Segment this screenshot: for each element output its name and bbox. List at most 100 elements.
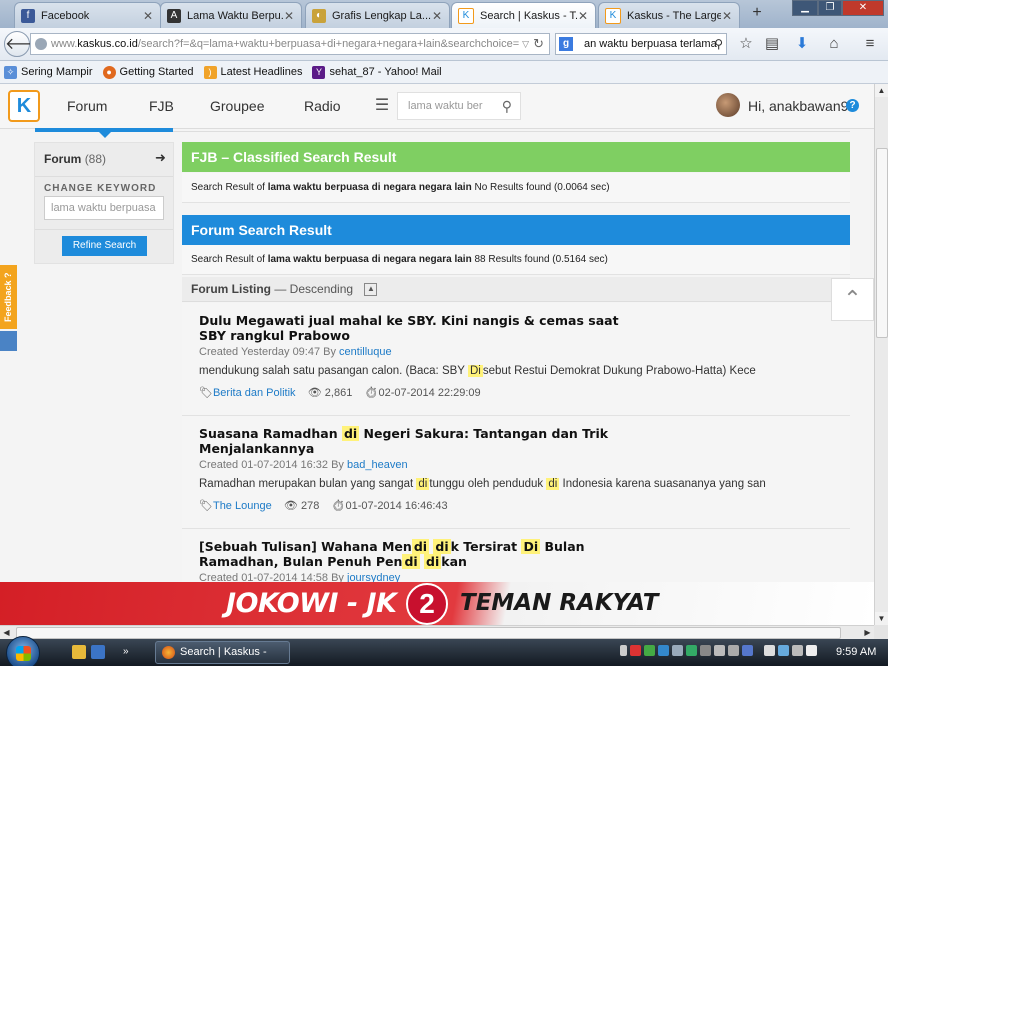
clock-icon: ⏱ [364, 387, 379, 399]
tab-grafis[interactable]: ◐ Grafis Lengkap La... ✕ [305, 2, 450, 28]
kaskus-logo[interactable]: K [8, 90, 40, 122]
title-text: k Tersirat [450, 539, 522, 554]
result-title[interactable]: Dulu Megawati jual mahal ke SBY. Kini na… [199, 313, 619, 343]
change-keyword-label: CHANGE KEYWORD [44, 183, 157, 194]
google-icon[interactable]: g [559, 37, 573, 51]
feedback-tab[interactable]: Feedback ? [0, 265, 17, 329]
refine-search-button[interactable]: Refine Search [62, 236, 147, 256]
tray-icon[interactable] [658, 645, 669, 656]
tray-icon[interactable] [672, 645, 683, 656]
new-tab-button[interactable]: + [748, 4, 766, 22]
tab-kaskus-home[interactable]: K Kaskus - The Large... ✕ [598, 2, 740, 28]
scroll-thumb[interactable] [876, 148, 888, 338]
close-icon[interactable]: ✕ [721, 9, 733, 23]
nav-fjb[interactable]: FJB [149, 98, 174, 114]
tab-facebook[interactable]: f Facebook ✕ [14, 2, 161, 28]
collapse-icon[interactable]: ▲ [364, 283, 378, 297]
snippet-text: mendukung salah satu pasangan calon. (Ba… [199, 365, 468, 377]
bookmark-getting-started[interactable]: ● Getting Started [102, 65, 194, 79]
nav-groupee[interactable]: Groupee [210, 98, 264, 114]
scroll-thumb[interactable] [16, 627, 841, 639]
close-icon[interactable]: ✕ [431, 9, 443, 23]
menu-icon[interactable]: ≡ [860, 34, 880, 54]
list-item: Suasana Ramadhan di Negeri Sakura: Tanta… [182, 416, 850, 529]
tray-icon[interactable] [728, 645, 739, 656]
home-icon[interactable]: ⌂ [824, 34, 844, 54]
scroll-down-icon[interactable]: ▼ [875, 612, 888, 625]
author-link[interactable]: bad_heaven [347, 459, 408, 471]
tray-icon[interactable] [644, 645, 655, 656]
dropdown-icon[interactable]: ▽ [522, 34, 529, 54]
tray-icon[interactable] [778, 645, 789, 656]
close-icon[interactable]: ✕ [283, 9, 295, 23]
category-link[interactable]: The Lounge [213, 500, 272, 512]
sidebar-forum-filter[interactable]: Forum (88) [44, 152, 106, 166]
hamburger-icon[interactable]: ☰ [372, 94, 392, 118]
scroll-up-icon[interactable]: ▲ [875, 84, 888, 97]
close-icon[interactable]: ✕ [577, 9, 589, 23]
network-icon[interactable] [764, 645, 775, 656]
search-bar[interactable]: g an waktu berpuasa terlama ⚲ [555, 33, 727, 55]
snippet-text: sebut Restui Demokrat Dukung Prabowo-Hat… [482, 365, 756, 377]
result-created: Created Yesterday 09:47 By centilluque [199, 346, 392, 358]
url-bar[interactable]: www.kaskus.co.id/search?f=&q=lama+waktu+… [30, 33, 550, 55]
start-button[interactable] [6, 636, 40, 666]
scroll-to-top-button[interactable]: ⌃ [831, 278, 874, 321]
result-title[interactable]: Suasana Ramadhan di Negeri Sakura: Tanta… [199, 426, 619, 456]
result-prefix: Search Result of [191, 254, 265, 265]
tab-search-kaskus[interactable]: K Search | Kaskus - T... ✕ [451, 2, 596, 28]
nav-forum[interactable]: Forum [67, 98, 107, 114]
avatar[interactable] [716, 93, 740, 117]
tab-lama-waktu[interactable]: A Lama Waktu Berpu... ✕ [160, 2, 302, 28]
keyword-input[interactable]: lama waktu berpuasa [44, 196, 164, 220]
tray-icon[interactable] [700, 645, 711, 656]
bookmark-sering-mampir[interactable]: ✧ Sering Mampir [4, 65, 93, 79]
back-button[interactable]: 🡐 [4, 31, 48, 57]
nav-radio[interactable]: Radio [304, 98, 341, 114]
category-link[interactable]: Berita dan Politik [213, 387, 296, 399]
close-icon[interactable]: ✕ [142, 9, 154, 23]
scroll-left-icon[interactable]: ◀ [0, 626, 13, 639]
tab-label: Facebook [41, 9, 90, 22]
taskbar-item-firefox[interactable]: Search | Kaskus - Th... [155, 641, 290, 664]
scroll-right-icon[interactable]: ▶ [861, 626, 874, 639]
bookmark-latest-headlines[interactable]: ) Latest Headlines [203, 65, 302, 79]
tray-expand-icon[interactable] [620, 645, 627, 656]
help-icon[interactable]: ? [846, 99, 859, 112]
tray-icon[interactable] [742, 645, 753, 656]
horizontal-scrollbar[interactable]: ◀ ▶ [0, 625, 874, 639]
quicklaunch-icon[interactable] [72, 645, 86, 659]
tray-icon[interactable] [630, 645, 641, 656]
page-content: K Forum FJB Groupee Radio ☰ lama waktu b… [0, 84, 874, 625]
show-desktop-icon[interactable] [91, 645, 105, 659]
highlight: di [402, 554, 420, 569]
kaskus-search-input[interactable]: lama waktu ber ⚲ [397, 92, 521, 120]
download-icon[interactable]: ⬇ [792, 34, 812, 54]
author-link[interactable]: centilluque [339, 346, 392, 358]
search-icon[interactable]: ⚲ [714, 34, 723, 54]
created-text: Created 01-07-2014 16:32 By [199, 459, 344, 471]
thumbs-up-icon[interactable] [0, 331, 17, 351]
bookmark-yahoo-mail[interactable]: Ysehat_87 - Yahoo! Mail [312, 65, 442, 79]
maximize-icon[interactable]: ❐ [818, 0, 842, 16]
bookmarks-list-icon[interactable]: ▤ [762, 34, 782, 54]
highlight: di [416, 478, 430, 490]
result-title[interactable]: [Sebuah Tulisan] Wahana Men di di k Tersir… [199, 539, 619, 569]
bookmark-star-icon[interactable]: ☆ [736, 34, 756, 54]
close-window-icon[interactable]: ✕ [842, 0, 884, 16]
volume-icon[interactable] [806, 645, 817, 656]
chevron-icon[interactable]: » [123, 645, 133, 659]
tray-icon[interactable] [792, 645, 803, 656]
user-greeting[interactable]: Hi, anakbawan9 [748, 98, 848, 114]
minimize-icon[interactable]: ▁ [792, 0, 818, 16]
reload-icon[interactable]: ↻ [533, 34, 544, 54]
result-snippet: Ramadhan merupakan bulan yang sangat di t… [199, 478, 766, 490]
tray-icon[interactable] [714, 645, 725, 656]
clock[interactable]: 9:59 AM [836, 646, 876, 658]
vertical-scrollbar[interactable]: ▲ ▼ [874, 84, 888, 625]
list-item: Dulu Megawati jual mahal ke SBY. Kini na… [182, 303, 850, 416]
campaign-banner[interactable]: JOKOWI - JK 2 TEMAN RAKYAT [0, 582, 874, 625]
arrow-right-icon[interactable]: ➜ [155, 150, 166, 166]
search-icon[interactable]: ⚲ [502, 93, 512, 119]
tray-icon[interactable] [686, 645, 697, 656]
